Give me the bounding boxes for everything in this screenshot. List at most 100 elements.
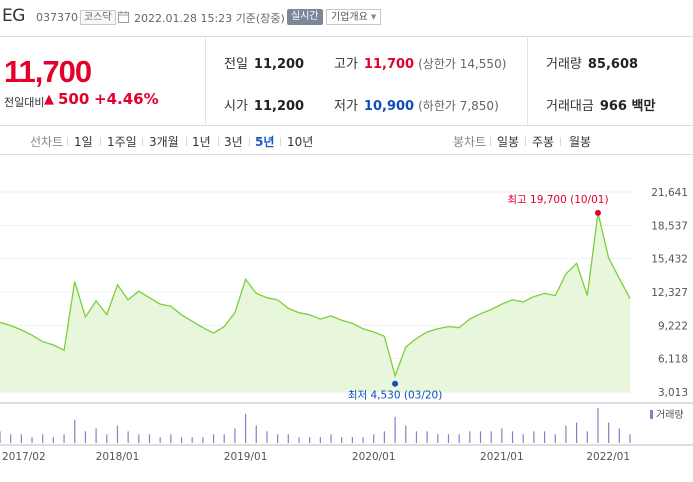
volume-bar xyxy=(437,434,439,443)
stock-header: EG 037370 코스닥 2022.01.28 15:23 기준(장중) 실시… xyxy=(0,0,693,37)
volume-bar xyxy=(479,431,482,443)
volume-bar xyxy=(170,434,172,443)
volume-legend-swatch xyxy=(650,410,653,419)
tab-monthly-candle[interactable]: 월봉 xyxy=(569,133,591,150)
y-tick-label: 18,537 xyxy=(651,220,688,232)
tab-daily-candle[interactable]: 일봉 xyxy=(497,133,519,150)
volume-bar xyxy=(586,431,588,443)
volume-bar xyxy=(223,434,225,443)
tab-weekly-candle[interactable]: 주봉 xyxy=(532,133,554,150)
x-tick-label: 2021/01 xyxy=(480,451,524,463)
divider xyxy=(218,137,219,146)
volume-bar xyxy=(202,437,204,443)
x-tick-label: 2017/02 xyxy=(2,451,46,463)
x-tick-label: 2018/01 xyxy=(96,451,140,463)
volume-value: 85,608 xyxy=(587,57,639,72)
amount-label: 거래대금 xyxy=(546,99,594,114)
volume-bar xyxy=(159,437,161,443)
tab-10y[interactable]: 10년 xyxy=(287,133,313,150)
company-overview-label: 기업개요 xyxy=(331,12,368,23)
volume-bar xyxy=(469,431,471,443)
volume-bar xyxy=(565,425,567,443)
calendar-icon xyxy=(118,11,129,23)
y-tick-label: 21,641 xyxy=(651,187,688,199)
min-annotation: 최저 4,530 (03/20) xyxy=(348,390,443,402)
high-value: 11,700 xyxy=(363,57,415,72)
y-tick-label: 9,222 xyxy=(658,320,688,332)
volume-bar xyxy=(501,428,503,443)
volume-bar xyxy=(95,428,97,443)
min-marker xyxy=(392,380,399,387)
volume-bar xyxy=(180,437,183,443)
amount-value: 966 백만 xyxy=(599,99,656,114)
volume-bar xyxy=(106,434,108,443)
volume-bar xyxy=(341,437,343,443)
volume-bar xyxy=(394,416,396,443)
volume-bar xyxy=(52,437,54,443)
chart-period-tabs: 선차트 1일 1주일 3개월 1년 3년 5년 10년 봉차트 일봉 주봉 월봉 xyxy=(0,127,693,155)
divider xyxy=(186,137,187,146)
volume-cell: 거래량 85,608 xyxy=(546,53,638,72)
price-chart[interactable]: 21,641 18,537 15,432 12,327 9,222 6,118 3,013 최… xyxy=(0,156,693,482)
volume-bar xyxy=(191,437,193,443)
volume-bar xyxy=(405,425,407,443)
quote-panel: 11,700 전일대비 ▲ 500 +4.46% 전일 11,200 시가 11,2… xyxy=(0,38,693,126)
x-tick-label: 2020/01 xyxy=(352,451,396,463)
volume-bar xyxy=(138,434,140,443)
open-label: 시가 xyxy=(224,99,248,114)
volume-bar xyxy=(629,434,631,443)
market-badge: 코스닥 xyxy=(80,10,116,25)
divider xyxy=(560,137,561,146)
volume-bar xyxy=(608,422,610,443)
lower-limit: (하한가 7,850) xyxy=(418,99,499,113)
volume-bar xyxy=(287,434,289,443)
volume-bar xyxy=(266,431,268,443)
low-cell: 저가 10,900 (하한가 7,850) xyxy=(334,95,499,114)
volume-bar xyxy=(458,434,460,443)
timestamp-value: 2022.01.28 15:23 xyxy=(134,12,233,25)
amount-cell: 거래대금 966 백만 xyxy=(546,95,655,114)
volume-bar xyxy=(244,413,247,443)
stock-name: EG xyxy=(2,6,25,26)
volume-bar xyxy=(543,431,546,443)
volume-bar xyxy=(426,431,428,443)
change-percent: +4.46% xyxy=(94,90,159,108)
candle-chart-group-label: 봉차트 xyxy=(453,135,487,149)
volume-bar xyxy=(511,431,514,443)
change-label: 전일대비 xyxy=(4,96,45,109)
high-label: 고가 xyxy=(334,57,358,72)
current-price: 11,700 xyxy=(4,54,92,89)
prev-close-label: 전일 xyxy=(224,57,248,72)
stock-code: 037370 xyxy=(36,11,78,24)
volume-label: 거래량 xyxy=(546,57,582,72)
line-chart-group-label: 선차트 xyxy=(30,135,64,149)
tab-1d[interactable]: 1일 xyxy=(74,133,93,150)
tab-3m[interactable]: 3개월 xyxy=(149,133,179,150)
upper-limit: (상한가 14,550) xyxy=(418,57,507,71)
volume-bar xyxy=(447,434,450,443)
company-overview-button[interactable]: 기업개요 ▼ xyxy=(326,9,382,25)
open-value: 11,200 xyxy=(253,99,305,114)
volume-bar xyxy=(383,431,386,443)
volume-bar xyxy=(74,419,76,443)
tab-3y[interactable]: 3년 xyxy=(224,133,243,150)
open-cell: 시가 11,200 xyxy=(224,95,304,114)
volume-bar xyxy=(212,434,215,443)
live-button[interactable]: 실시간 xyxy=(287,9,323,25)
divider xyxy=(249,137,250,146)
divider xyxy=(100,137,101,146)
up-arrow-icon: ▲ xyxy=(44,92,54,107)
volume-bar xyxy=(522,434,524,443)
volume-bar xyxy=(31,437,33,443)
volume-bar xyxy=(533,431,535,443)
max-marker xyxy=(594,209,601,216)
y-tick-label: 12,327 xyxy=(651,287,688,299)
tab-1y[interactable]: 1년 xyxy=(192,133,211,150)
tab-5y[interactable]: 5년 xyxy=(255,133,274,150)
tab-1w[interactable]: 1주일 xyxy=(107,133,137,150)
low-label: 저가 xyxy=(334,99,358,114)
x-tick-label: 2022/01 xyxy=(586,451,630,463)
divider xyxy=(142,137,143,146)
volume-bar xyxy=(255,425,257,443)
volume-bar xyxy=(148,434,151,443)
